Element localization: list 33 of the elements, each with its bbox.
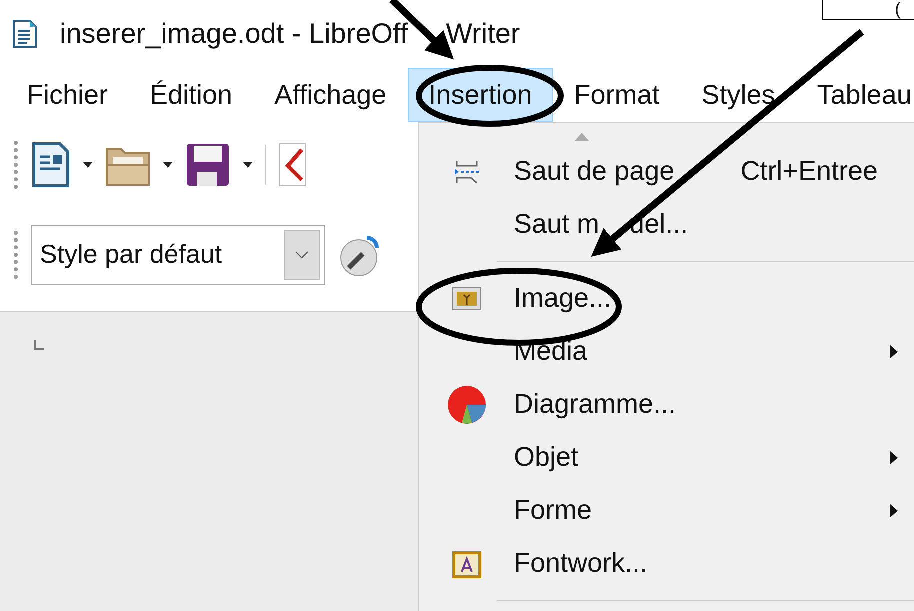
menu-bar-item[interactable]: Fichier <box>6 68 130 122</box>
framed-letter-icon <box>452 548 482 578</box>
submenu-arrow-icon <box>890 504 898 518</box>
menu-bar-item[interactable]: Styles <box>680 68 796 122</box>
window-title: Writer <box>446 17 520 51</box>
shortcut-label: Ctrl+Entree <box>740 155 879 188</box>
menu-bar-item[interactable]: Tableau <box>796 68 914 122</box>
toolbar-grip <box>14 230 19 278</box>
submenu-arrow-icon <box>890 450 898 464</box>
menu-bar-item[interactable]: Édition <box>129 68 254 122</box>
pdf-export-icon[interactable] <box>278 142 306 188</box>
menu-item[interactable]: Fontwork... <box>419 537 914 590</box>
caret-icon[interactable] <box>83 162 93 168</box>
menu-item[interactable]: Image... <box>419 272 914 325</box>
caret-icon[interactable] <box>243 162 253 168</box>
document-icon <box>12 19 38 49</box>
window-title: inserer_image.odt - LibreOff <box>60 17 408 51</box>
toolbar-grip <box>14 141 19 189</box>
image-icon <box>452 286 482 310</box>
submenu-arrow-icon <box>890 344 898 358</box>
paragraph-style-field[interactable]: Style par défaut <box>31 224 325 284</box>
pie-chart-icon <box>446 384 486 424</box>
menu-item[interactable]: Saut de page Ctrl+Entree <box>419 145 914 198</box>
text-boundary-mark <box>34 340 44 350</box>
page-break-icon <box>452 158 480 184</box>
callout-box: ( <box>822 0 914 20</box>
menu-bar-item[interactable]: Affichage <box>254 68 408 122</box>
new-document-icon[interactable] <box>31 141 71 189</box>
caret-icon[interactable] <box>163 162 173 168</box>
menu-item[interactable]: Forme <box>419 484 914 537</box>
menu-item[interactable]: Objet <box>419 431 914 484</box>
menu-bar-item[interactable]: Format <box>553 68 681 122</box>
menu-item[interactable]: Diagramme... <box>419 378 914 431</box>
